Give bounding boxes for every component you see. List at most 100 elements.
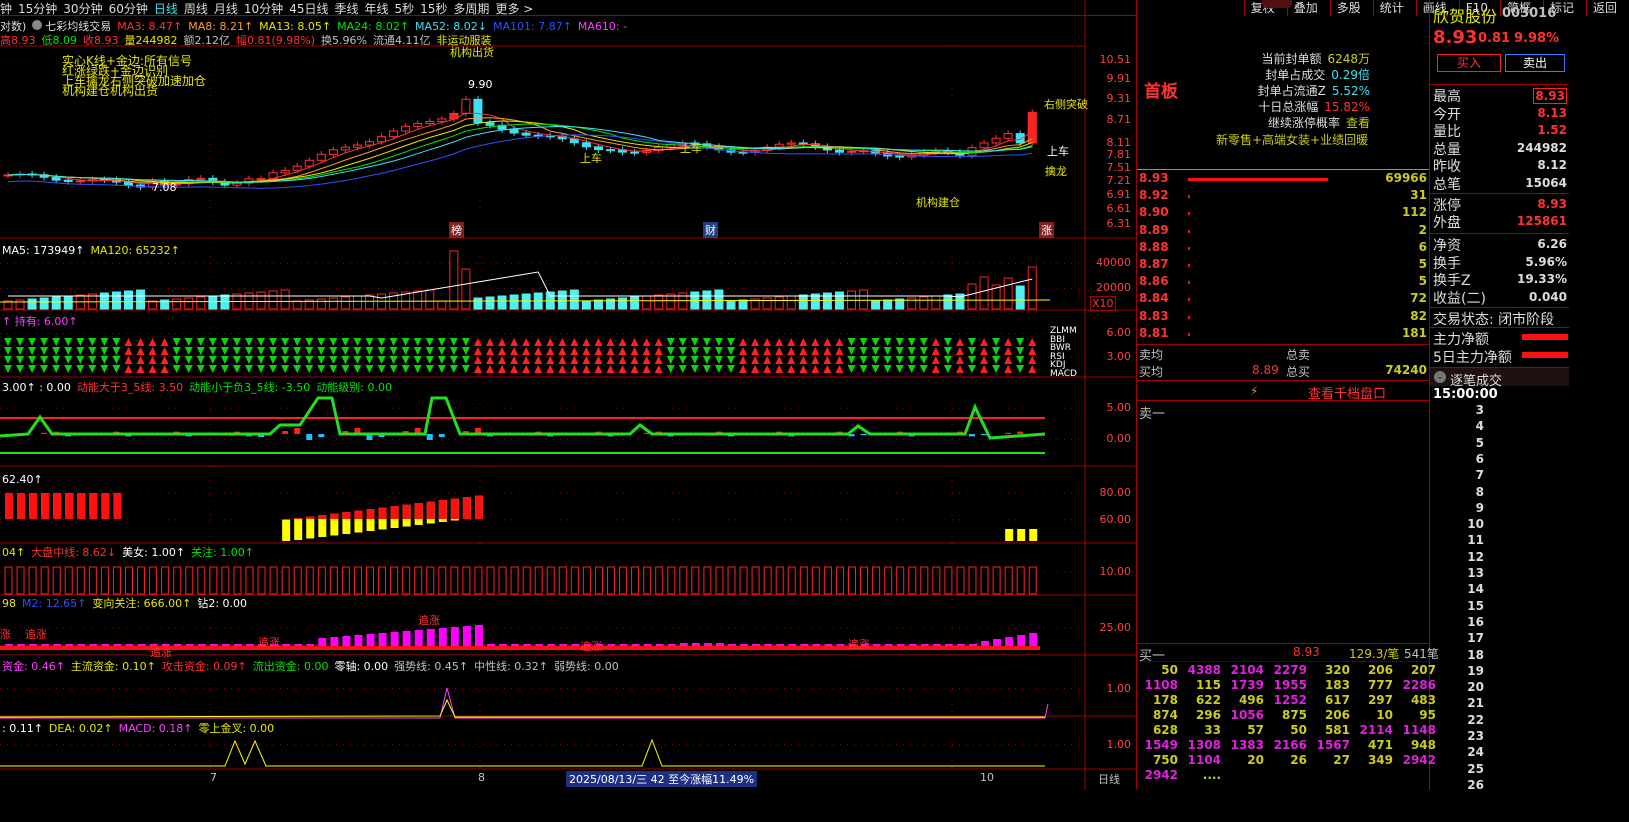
event-marker[interactable]: 财 — [703, 222, 718, 238]
dapan-bar — [64, 566, 73, 595]
signal-arrow — [847, 365, 856, 373]
lightning-icon: ⚡ — [1250, 384, 1259, 398]
sell-button[interactable]: 卖出 — [1505, 54, 1565, 72]
signal-arrow — [751, 347, 760, 355]
tool-button[interactable]: 统计 — [1372, 0, 1410, 16]
tool-button[interactable]: 多股 — [1329, 0, 1367, 16]
tool-button[interactable]: 叠加 — [1286, 0, 1324, 16]
period-label[interactable]: 日线 — [1098, 771, 1120, 787]
dapan-bar — [751, 566, 760, 595]
chevron-down-icon[interactable]: ⌄ — [1434, 371, 1446, 383]
signal-arrow — [522, 347, 531, 355]
event-marker[interactable]: 涨 — [1039, 222, 1054, 238]
dapan-bar — [269, 566, 278, 595]
buy-button[interactable]: 买入 — [1437, 54, 1501, 72]
stat-label: 净资 — [1433, 238, 1461, 254]
book-price[interactable]: 8.81 — [1139, 326, 1169, 340]
book-price[interactable]: 8.93 — [1139, 171, 1169, 185]
dapan-bar — [317, 566, 326, 595]
signal-arrow — [88, 365, 97, 373]
signal-arrow — [871, 356, 880, 364]
signal-arrow — [136, 338, 145, 346]
p62-bar-high — [5, 493, 13, 519]
signal-arrow — [546, 338, 555, 346]
signal-arrow — [980, 365, 989, 373]
signal-arrow — [618, 356, 627, 364]
m2-bar — [390, 632, 399, 647]
book-price[interactable]: 8.88 — [1139, 240, 1169, 254]
tool-button[interactable]: 返回 — [1585, 0, 1623, 16]
info-value[interactable]: 查看 — [1346, 116, 1370, 130]
signal-arrow — [799, 356, 808, 364]
queue-cell: 206 — [1324, 708, 1350, 722]
signal-arrow — [642, 356, 651, 364]
book-price[interactable]: 8.87 — [1139, 257, 1169, 271]
signal-arrow — [389, 365, 398, 373]
dapan-bar — [474, 566, 483, 595]
signal-arrow — [666, 365, 675, 373]
volume-bar — [352, 295, 362, 310]
book-price[interactable]: 8.86 — [1139, 274, 1169, 288]
p62-bar-high — [330, 513, 339, 519]
volume-bar — [136, 289, 146, 310]
volume-bar — [461, 268, 471, 310]
signal-arrow — [293, 356, 302, 364]
collapse-handle[interactable] — [1262, 0, 1292, 8]
signal-arrow — [955, 356, 964, 364]
dapan-bar — [679, 566, 688, 595]
signal-arrow — [714, 356, 723, 364]
signal-arrow — [1004, 338, 1013, 346]
signal-arrow — [751, 365, 760, 373]
signal-arrow — [112, 365, 121, 373]
indicator-tag[interactable]: MACD — [1050, 369, 1077, 379]
signal-arrow — [823, 347, 832, 355]
dapan-bar — [799, 566, 808, 595]
signal-arrow — [895, 338, 904, 346]
dapan-bar — [76, 566, 85, 595]
volume-bar — [268, 290, 278, 310]
ticks-header[interactable]: ⌄ 逐笔成交 — [1430, 367, 1569, 389]
energy-bar — [41, 432, 48, 434]
signal-arrow — [486, 365, 494, 373]
book-price[interactable]: 8.90 — [1139, 205, 1169, 219]
signal-arrow — [558, 365, 567, 373]
event-marker[interactable]: 榜 — [449, 222, 464, 238]
signal-arrow — [859, 338, 868, 346]
signal-arrow — [510, 347, 519, 355]
queue-cell: 581 — [1324, 723, 1350, 737]
stat-label: 昨收 — [1433, 159, 1461, 175]
signal-arrow — [943, 356, 952, 364]
volume-bar — [39, 297, 49, 310]
book-price[interactable]: 8.89 — [1139, 223, 1169, 237]
book-price[interactable]: 8.92 — [1139, 188, 1169, 202]
cursor-date-status: 2025/08/13/三 42 至今涨幅11.49% — [566, 771, 758, 787]
stat-value: 15064 — [1525, 176, 1567, 190]
dapan-bar — [462, 566, 471, 595]
signal-arrow — [449, 365, 458, 373]
signal-arrow — [775, 365, 784, 373]
signal-arrow — [787, 365, 796, 373]
signal-arrow — [353, 356, 362, 364]
queue-cell: 10 — [1376, 708, 1393, 722]
info-key: 封单占成交 — [1265, 68, 1326, 82]
signal-arrow — [473, 365, 482, 373]
signal-arrow — [413, 356, 422, 364]
book-price[interactable]: 8.84 — [1139, 291, 1169, 305]
panel-header-dapan: 04↑ 大盘中线: 8.62↓ 美女: 1.00↑ 关注: 1.00↑ — [2, 544, 260, 560]
dapan-bar — [510, 566, 519, 595]
volume-bar — [859, 289, 869, 310]
tick-row: 5 — [1475, 435, 1484, 450]
signal-arrow — [606, 338, 615, 346]
stat-value: 8.93 — [1533, 88, 1567, 104]
signal-arrow — [702, 347, 711, 355]
signal-arrow — [955, 338, 964, 346]
dapan-bar — [956, 566, 965, 595]
signal-arrow — [739, 347, 748, 355]
signal-arrow — [52, 365, 61, 373]
signal-arrow — [172, 356, 181, 364]
signal-arrow — [654, 365, 663, 373]
book-price[interactable]: 8.83 — [1139, 309, 1169, 323]
signal-arrow — [931, 347, 940, 355]
signal-arrow — [40, 365, 49, 373]
signal-arrow — [293, 365, 302, 373]
